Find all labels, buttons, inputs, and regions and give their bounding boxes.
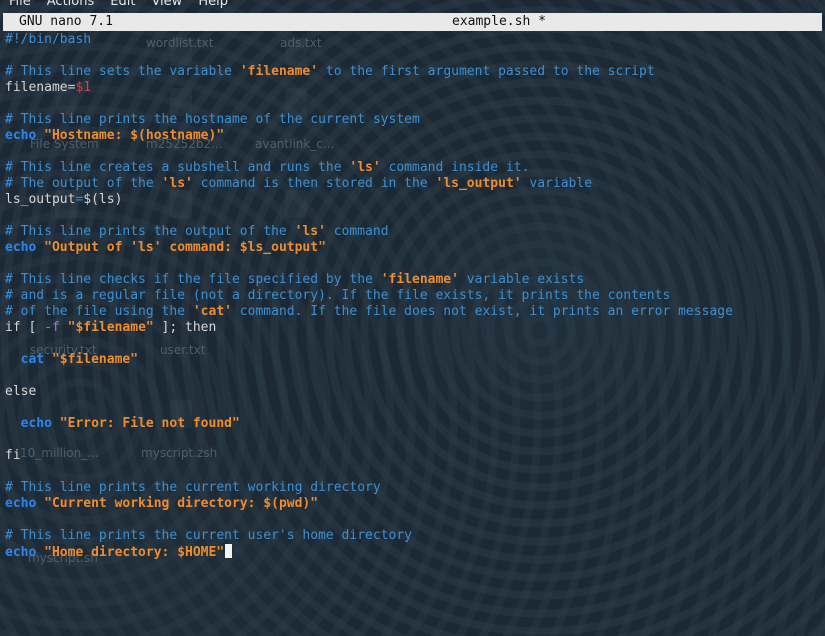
string: "Hostname: $(hostname)" (36, 128, 225, 143)
comment: # The output of the (5, 176, 162, 191)
comment: to the first argument passed to the scri… (318, 64, 655, 79)
conditional: if [ (5, 320, 45, 335)
comment: command inside it. (380, 160, 530, 175)
comment-quote: 'filename' (239, 64, 319, 79)
code-line: # This line checks if the file specified… (5, 272, 733, 288)
string: "Current working directory: $(pwd)" (36, 496, 319, 511)
string: "$filename" (44, 352, 139, 367)
editor-buffer[interactable]: #!/bin/bash # This line sets the variabl… (5, 32, 733, 560)
test-flag: -f (44, 320, 60, 335)
nano-version: GNU nano 7.1 (19, 14, 113, 29)
code-line: # This line prints the output of the 'ls… (5, 224, 733, 240)
comment: # This line prints the current working d… (5, 480, 381, 495)
code-line: cat "$filename" (5, 352, 733, 368)
comment-quote: 'cat' (192, 304, 232, 319)
code-line: echo "Home directory: $HOME" (5, 544, 733, 560)
string: "Output of 'ls' command: $ls_output" (36, 240, 326, 255)
code-line: # This line prints the current working d… (5, 480, 733, 496)
code-line: # This line creates a subshell and runs … (5, 160, 733, 176)
code-line: # The output of the 'ls' command is then… (5, 176, 733, 192)
shebang: #!/bin/bash (5, 32, 92, 47)
comment: variable (521, 176, 593, 191)
comment-quote: 'ls' (294, 224, 326, 239)
fi-keyword: fi (5, 448, 21, 463)
menu-view[interactable]: View (151, 0, 182, 9)
nano-title-bar: GNU nano 7.1 example.sh * (3, 13, 822, 31)
subshell: $(ls) (83, 192, 123, 207)
string: "Error: File not found" (51, 416, 240, 431)
code-line: filename=$1 (5, 80, 733, 96)
comment: command. If the file does not exist, it … (231, 304, 733, 319)
keyword: echo (5, 240, 37, 255)
assignment: ls_output (5, 192, 76, 207)
comment: # This line creates a subshell and runs … (5, 160, 350, 175)
keyword: cat (5, 352, 45, 367)
terminal-menubar: File Actions Edit View Help (0, 0, 825, 9)
code-line: if [ -f "$filename" ]; then (5, 320, 733, 336)
comment-quote: 'ls' (161, 176, 193, 191)
comment: # This line prints the current user's ho… (5, 528, 412, 543)
comment: variable exists (458, 272, 585, 287)
comment: # of the file using the (5, 304, 193, 319)
comment: # This line prints the hostname of the c… (5, 112, 420, 127)
menu-file[interactable]: File (9, 0, 31, 9)
comment: command is then stored in the (192, 176, 436, 191)
comment-quote: 'filename' (380, 272, 459, 287)
code-line: # This line prints the hostname of the c… (5, 112, 733, 128)
open-filename: example.sh * (452, 14, 546, 29)
string: "$filename" (59, 320, 154, 335)
keyword: echo (5, 416, 52, 431)
code-line: ls_output=$(ls) (5, 192, 733, 208)
code-line: # of the file using the 'cat' command. I… (5, 304, 733, 320)
menu-help[interactable]: Help (198, 0, 228, 9)
code-line: echo "Output of 'ls' command: $ls_output… (5, 240, 733, 256)
comment: # and is a regular file (not a directory… (5, 288, 671, 303)
comment-quote: 'ls' (349, 160, 381, 175)
code-line: # This line prints the current user's ho… (5, 528, 733, 544)
code-line: echo "Error: File not found" (5, 416, 733, 432)
text-cursor (225, 544, 233, 558)
code-line: # and is a regular file (not a directory… (5, 288, 733, 304)
menu-edit[interactable]: Edit (110, 0, 135, 9)
code-line: #!/bin/bash (5, 32, 733, 48)
keyword: echo (5, 496, 37, 511)
positional-arg: $1 (75, 80, 92, 95)
menu-actions[interactable]: Actions (47, 0, 95, 9)
comment-quote: 'ls_output' (435, 176, 522, 191)
comment: # This line prints the output of the (5, 224, 295, 239)
assignment: filename= (5, 80, 76, 95)
keyword: echo (5, 128, 37, 143)
code-line: echo "Current working directory: $(pwd)" (5, 496, 733, 512)
else-keyword: else (5, 384, 37, 399)
comment: # This line sets the variable (5, 64, 240, 79)
conditional: ]; then (153, 320, 217, 335)
code-line: else (5, 384, 733, 400)
code-line: # This line sets the variable 'filename'… (5, 64, 733, 80)
comment: command (325, 224, 389, 239)
comment: # This line checks if the file specified… (5, 272, 381, 287)
code-line: fi (5, 448, 733, 464)
string: "Home directory: $HOME" (36, 545, 225, 560)
code-line: echo "Hostname: $(hostname)" (5, 128, 733, 144)
keyword: echo (5, 545, 37, 560)
